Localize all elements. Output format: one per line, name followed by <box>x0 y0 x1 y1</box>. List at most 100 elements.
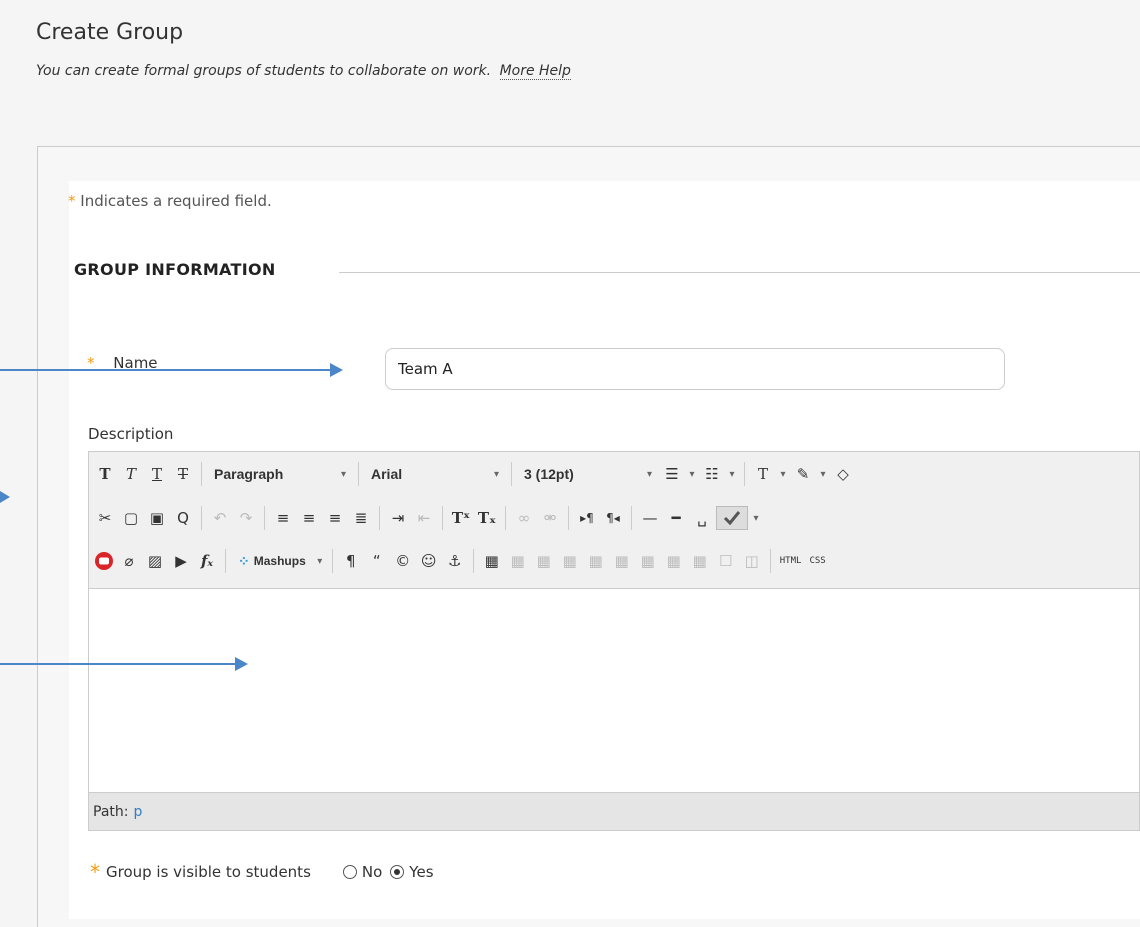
visibility-no-radio[interactable] <box>342 865 357 879</box>
more-help-link[interactable]: More Help <box>499 63 571 80</box>
required-star-icon: * <box>68 192 76 210</box>
toolbar-row-2: ✂ ▢ ▣ Q ↶ ↷ ≡ ≡ ≡ ≣ ⇥ ⇤ Tˣ Tₓ ∞ ⚮ ▸¶ ¶◂ … <box>93 502 762 534</box>
nonbreaking-space-icon[interactable]: ␣ <box>690 505 714 531</box>
insert-column-after-icon[interactable]: ▦ <box>662 548 686 574</box>
redo-icon[interactable]: ↷ <box>234 505 258 531</box>
toolbar-row-3: ⌀ ▨ ▶ fₓ ⁘ Mashups ▾ ¶ “ © ☺ ⚓ ▦ ▦ ▦ ▦ ▦ … <box>93 545 829 577</box>
math-formula-icon[interactable]: fₓ <box>195 548 219 574</box>
split-cells-icon[interactable]: ☐ <box>714 548 738 574</box>
chevron-down-icon[interactable]: ▾ <box>817 469 829 480</box>
toolbar-separator <box>358 462 359 486</box>
table-cell-props-icon[interactable]: ▦ <box>532 548 556 574</box>
delete-row-icon[interactable]: ▦ <box>610 548 634 574</box>
align-justify-icon[interactable]: ≣ <box>349 505 373 531</box>
delete-column-icon[interactable]: ▦ <box>688 548 712 574</box>
css-source-button[interactable]: CSS <box>806 556 828 566</box>
path-value[interactable]: p <box>133 804 142 820</box>
emoticon-icon[interactable]: ☺ <box>417 548 441 574</box>
find-icon[interactable]: Q <box>171 505 195 531</box>
rtl-direction-icon[interactable]: ¶◂ <box>601 505 625 531</box>
clear-formatting-icon[interactable]: ◇ <box>831 461 855 487</box>
numbered-list-icon[interactable]: ☷ <box>700 461 724 487</box>
align-center-icon[interactable]: ≡ <box>297 505 321 531</box>
bold-icon[interactable]: T <box>93 461 117 487</box>
merge-cells-icon[interactable]: ◫ <box>740 548 764 574</box>
mashups-dropdown[interactable]: ⁘ Mashups <box>232 548 312 574</box>
font-size-dropdown[interactable]: 3 (12pt) ▾ <box>518 461 658 487</box>
superscript-icon[interactable]: Tˣ <box>449 505 473 531</box>
strikethrough-icon[interactable]: T <box>171 461 195 487</box>
mashups-label: Mashups <box>253 554 306 568</box>
annotation-arrow-head <box>330 363 343 377</box>
unlink-icon[interactable]: ⚮ <box>538 505 562 531</box>
table-row-props-icon[interactable]: ▦ <box>506 548 530 574</box>
blockquote-icon[interactable]: “ <box>365 548 389 574</box>
toolbar-separator <box>442 506 443 530</box>
chevron-down-icon[interactable]: ▾ <box>750 513 762 524</box>
font-family-dropdown[interactable]: Arial ▾ <box>365 461 505 487</box>
annotation-arrow-line <box>0 369 330 371</box>
toolbar-row-1: T T T T Paragraph ▾ Arial ▾ 3 (12pt) ▾ ☰ ▾ … <box>93 458 855 490</box>
chevron-down-icon[interactable]: ▾ <box>777 469 789 480</box>
toolbar-separator <box>511 462 512 486</box>
copyright-symbol-icon[interactable]: © <box>391 548 415 574</box>
youtube-icon[interactable] <box>93 550 115 572</box>
insert-table-icon[interactable]: ▦ <box>480 548 504 574</box>
chevron-down-icon[interactable]: ▾ <box>314 556 326 567</box>
visibility-label: Group is visible to students <box>106 863 311 881</box>
text-color-icon[interactable]: T <box>751 461 775 487</box>
page-subtitle: You can create formal groups of students… <box>36 63 571 80</box>
annotation-arrow-head <box>235 657 248 671</box>
toolbar-separator <box>631 506 632 530</box>
attach-file-icon[interactable]: ⌀ <box>117 548 141 574</box>
indent-icon[interactable]: ⇥ <box>386 505 410 531</box>
visibility-no-label[interactable]: No <box>362 863 382 881</box>
ltr-direction-icon[interactable]: ▸¶ <box>575 505 599 531</box>
insert-media-icon[interactable]: ▶ <box>169 548 193 574</box>
font-size-value: 3 (12pt) <box>524 466 574 482</box>
font-family-value: Arial <box>371 466 403 482</box>
underline-icon[interactable]: T <box>145 461 169 487</box>
visibility-yes-radio[interactable] <box>390 865 405 879</box>
toolbar-separator <box>744 462 745 486</box>
chevron-down-icon[interactable]: ▾ <box>686 469 698 480</box>
html-source-button[interactable]: HTML <box>777 556 805 566</box>
required-field-note: * Indicates a required field. <box>68 192 272 210</box>
paragraph-format-dropdown[interactable]: Paragraph ▾ <box>208 461 352 487</box>
toolbar-separator <box>505 506 506 530</box>
insert-image-icon[interactable]: ▨ <box>143 548 167 574</box>
visibility-yes-label[interactable]: Yes <box>409 863 433 881</box>
toolbar-separator <box>379 506 380 530</box>
paragraph-mark-icon[interactable]: ¶ <box>339 548 363 574</box>
bullet-list-icon[interactable]: ☰ <box>660 461 684 487</box>
align-right-icon[interactable]: ≡ <box>323 505 347 531</box>
italic-icon[interactable]: T <box>119 461 143 487</box>
chevron-down-icon: ▾ <box>340 468 346 480</box>
highlight-icon[interactable]: ✎ <box>791 461 815 487</box>
align-left-icon[interactable]: ≡ <box>271 505 295 531</box>
toolbar-separator <box>225 549 226 573</box>
insert-row-before-icon[interactable]: ▦ <box>558 548 582 574</box>
subscript-icon[interactable]: Tₓ <box>475 505 499 531</box>
horizontal-rule-icon[interactable]: — <box>638 505 662 531</box>
copy-icon[interactable]: ▢ <box>119 505 143 531</box>
insert-row-after-icon[interactable]: ▦ <box>584 548 608 574</box>
thick-rule-icon[interactable]: ━ <box>664 505 688 531</box>
subtitle-text: You can create formal groups of students… <box>36 63 492 79</box>
undo-icon[interactable]: ↶ <box>208 505 232 531</box>
page-title: Create Group <box>36 20 184 45</box>
insert-column-before-icon[interactable]: ▦ <box>636 548 660 574</box>
outdent-icon[interactable]: ⇤ <box>412 505 436 531</box>
anchor-icon[interactable]: ⚓ <box>443 548 467 574</box>
required-star-icon: * <box>90 860 100 884</box>
path-label: Path: <box>93 803 129 820</box>
section-divider <box>339 272 1140 273</box>
paste-icon[interactable]: ▣ <box>145 505 169 531</box>
cut-icon[interactable]: ✂ <box>93 505 117 531</box>
editor-content-area[interactable] <box>89 589 1139 793</box>
link-icon[interactable]: ∞ <box>512 505 536 531</box>
chevron-down-icon[interactable]: ▾ <box>726 469 738 480</box>
name-input[interactable] <box>385 348 1005 390</box>
annotation-arrow-line <box>0 663 235 665</box>
spellcheck-icon[interactable] <box>716 506 748 530</box>
